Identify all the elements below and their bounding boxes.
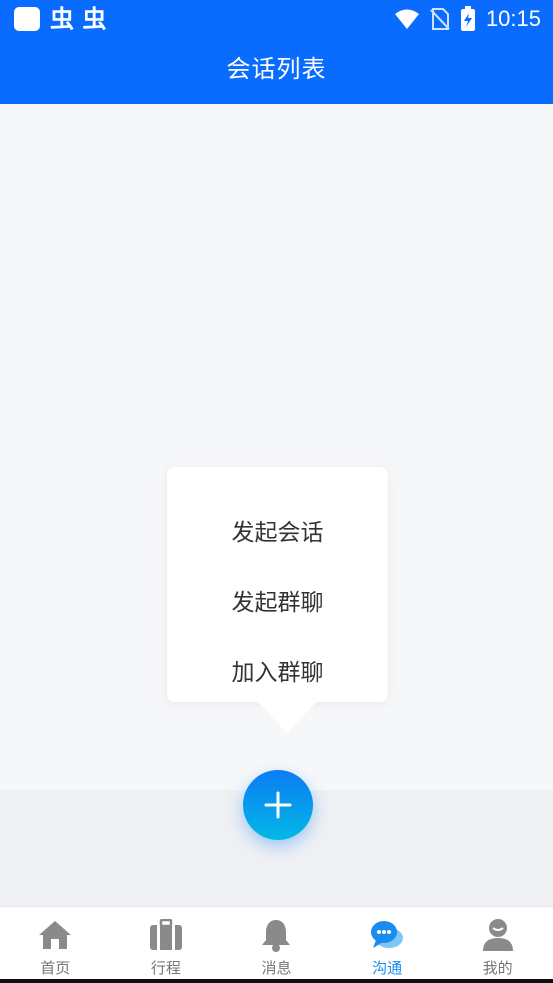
- bell-icon: [256, 917, 296, 953]
- plus-icon: [264, 791, 292, 819]
- tab-label: 首页: [40, 959, 71, 977]
- menu-item-label: 发起群聊: [231, 590, 324, 616]
- tab-messages[interactable]: 消息: [221, 907, 332, 983]
- luggage-icon: [146, 917, 186, 953]
- wifi-icon: [394, 9, 419, 29]
- user-icon: [478, 917, 518, 953]
- popover-arrow: [257, 701, 317, 733]
- add-button[interactable]: [243, 770, 313, 840]
- no-sim-icon: [430, 8, 450, 30]
- home-icon: [35, 917, 75, 953]
- tab-label: 消息: [261, 959, 292, 977]
- bottom-edge: [0, 979, 553, 983]
- status-bar: 虫 虫 10:15: [0, 0, 553, 38]
- action-popover-menu: 发起会话 发起群聊 加入群聊: [167, 467, 388, 702]
- app-header: 会话列表: [0, 38, 553, 104]
- bottom-tab-bar: 首页 行程 消息 沟通 我的: [0, 906, 553, 983]
- menu-item-start-group-chat[interactable]: 发起群聊: [167, 578, 388, 628]
- menu-item-label: 加入群聊: [231, 660, 324, 686]
- tab-label: 沟通: [372, 959, 403, 977]
- status-right: 10:15: [394, 6, 541, 32]
- menu-item-label: 发起会话: [231, 520, 324, 546]
- chat-bubbles-icon: [367, 917, 407, 953]
- tab-label: 行程: [150, 959, 181, 977]
- menu-item-start-conversation[interactable]: 发起会话: [167, 508, 388, 558]
- tab-itinerary[interactable]: 行程: [111, 907, 222, 983]
- battery-charging-icon: [460, 6, 475, 31]
- status-left: 虫 虫: [14, 6, 106, 32]
- page-title: 会话列表: [226, 55, 327, 83]
- tab-home[interactable]: 首页: [0, 907, 111, 983]
- tab-profile[interactable]: 我的: [442, 907, 553, 983]
- clock: 10:15: [485, 6, 541, 31]
- tab-communication[interactable]: 沟通: [332, 907, 443, 983]
- tab-label: 我的: [482, 959, 513, 977]
- menu-item-join-group-chat[interactable]: 加入群聊: [167, 648, 388, 698]
- notification-app-glyphs: 虫 虫: [50, 5, 107, 33]
- app-square-icon: [14, 7, 40, 31]
